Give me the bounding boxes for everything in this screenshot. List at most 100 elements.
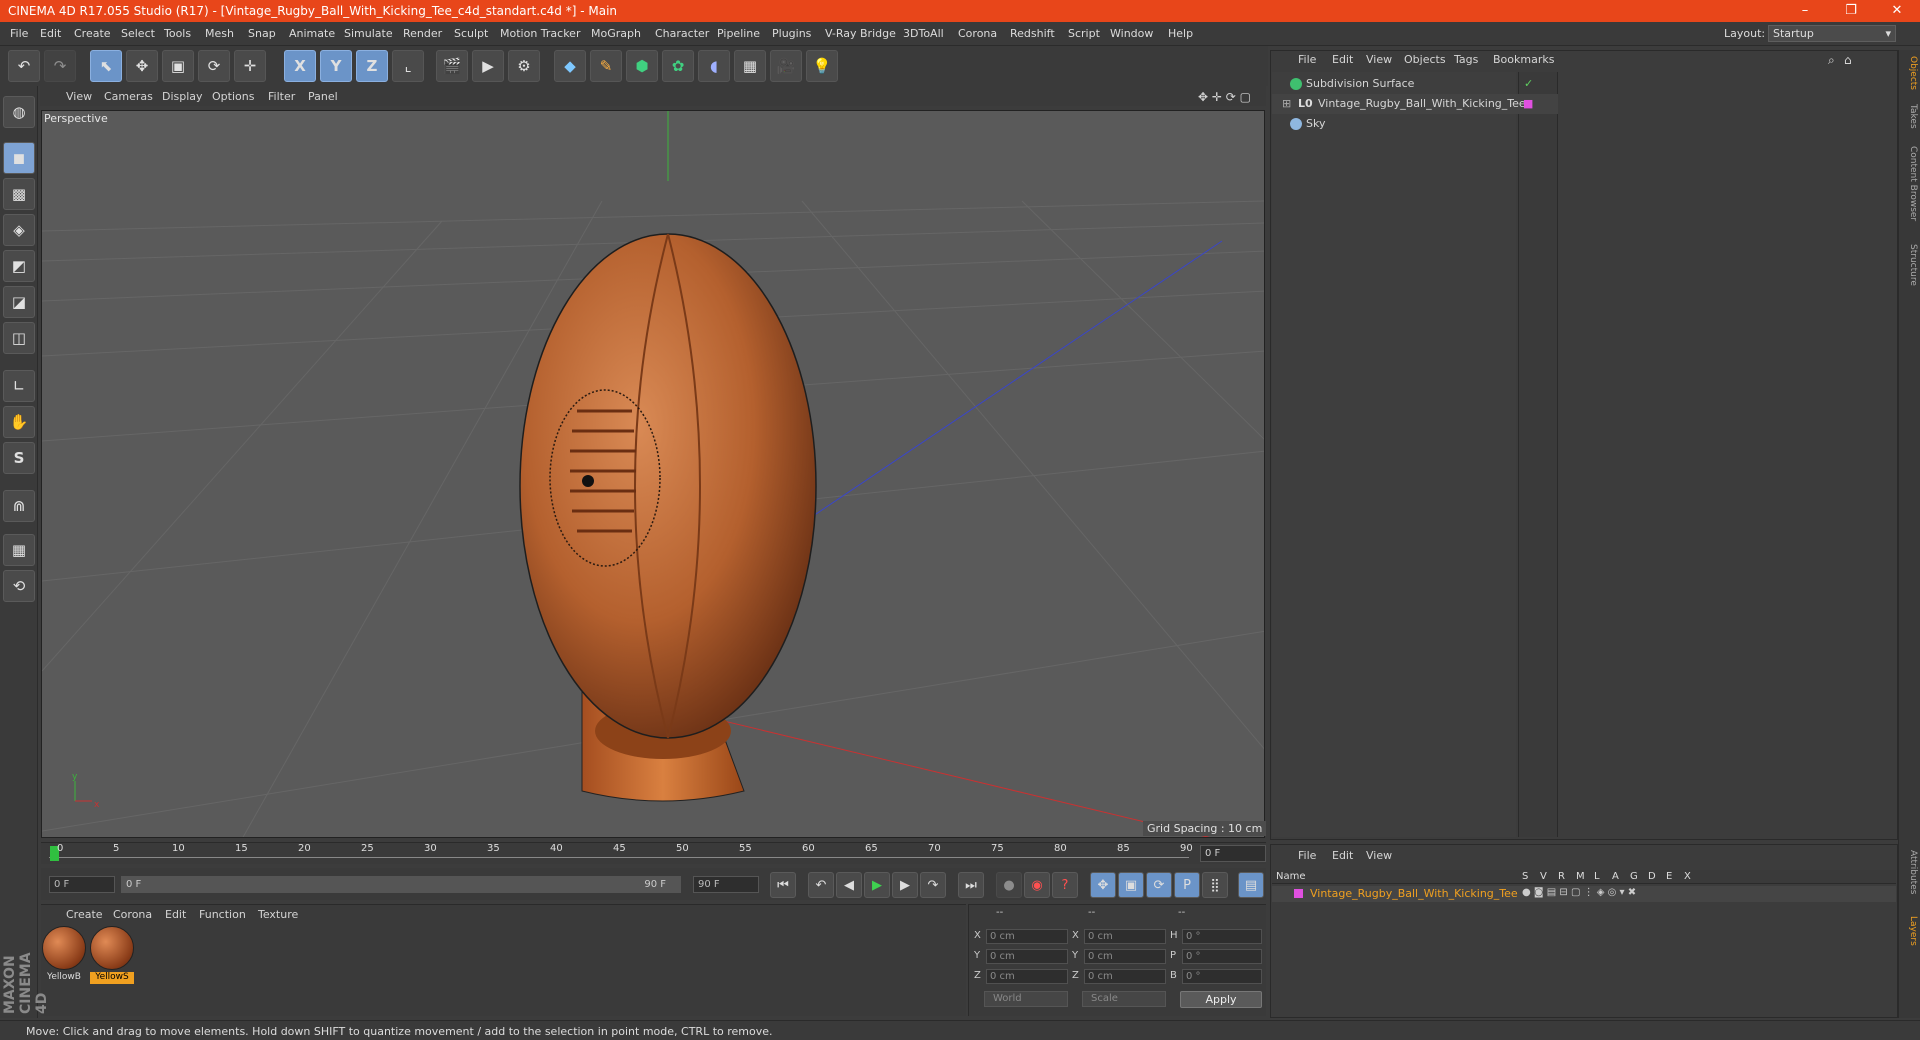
coord-pos-z-field[interactable]: 0 cm	[986, 969, 1068, 984]
edges-mode-button[interactable]: ◪	[3, 286, 35, 318]
key-param-button[interactable]: P	[1174, 872, 1200, 898]
coord-rot-h-field[interactable]: 0 °	[1182, 929, 1262, 944]
camera-button[interactable]: 🎥	[770, 50, 802, 82]
previous-key-button[interactable]: ↶	[808, 872, 834, 898]
vp-menu-filter[interactable]: Filter	[268, 90, 295, 103]
snap-button[interactable]: S	[3, 442, 35, 474]
menu-create[interactable]: Create	[74, 27, 111, 40]
previous-frame-button[interactable]: ◀	[836, 872, 862, 898]
rotate-tool-button[interactable]: ⟳	[198, 50, 230, 82]
menu-edit[interactable]: Edit	[40, 27, 61, 40]
menu-mesh[interactable]: Mesh	[205, 27, 234, 40]
material-tag-icon[interactable]: ■	[1523, 97, 1533, 110]
tab-content-browser[interactable]: Content Browser	[1900, 146, 1918, 221]
layer-menu-edit[interactable]: Edit	[1332, 849, 1353, 862]
axis-mode-button[interactable]: ∟	[3, 370, 35, 402]
scale-tool-button[interactable]: ▣	[162, 50, 194, 82]
menu-file[interactable]: File	[10, 27, 28, 40]
menu-render[interactable]: Render	[403, 27, 442, 40]
close-button[interactable]: ✕	[1874, 0, 1920, 22]
end-frame-field[interactable]: 90 F	[693, 876, 759, 893]
home-icon[interactable]: ⌂	[1844, 53, 1852, 67]
coord-size-y-field[interactable]: 0 cm	[1084, 949, 1166, 964]
material-thumbnail[interactable]	[90, 926, 134, 970]
menu-help[interactable]: Help	[1168, 27, 1193, 40]
layer-flag-icons[interactable]: ● ◙ ▤ ⊟ ▢ ⋮ ◈ ◎ ▾ ✖	[1522, 887, 1636, 898]
texture-mode-button[interactable]: ▩	[3, 178, 35, 210]
layer-col-d[interactable]: D	[1648, 871, 1656, 882]
layout-dropdown[interactable]: Startup ▾	[1768, 25, 1896, 42]
key-rotation-button[interactable]: ⟳	[1146, 872, 1172, 898]
mat-menu-function[interactable]: Function	[199, 908, 246, 921]
object-row[interactable]: ⊞ L0 Vintage_Rugby_Ball_With_Kicking_Tee…	[1272, 94, 1558, 114]
layer-col-v[interactable]: V	[1540, 871, 1547, 882]
tab-structure[interactable]: Structure	[1900, 244, 1918, 286]
subdivision-surface-button[interactable]: ⬢	[626, 50, 658, 82]
floor-button[interactable]: ▦	[734, 50, 766, 82]
menu-snap[interactable]: Snap	[248, 27, 276, 40]
menu-simulate[interactable]: Simulate	[344, 27, 393, 40]
menu-corona[interactable]: Corona	[958, 27, 997, 40]
apply-button[interactable]: Apply	[1180, 991, 1262, 1008]
start-frame-field[interactable]: 0 F	[49, 876, 115, 893]
menu-pipeline[interactable]: Pipeline	[717, 27, 760, 40]
x-axis-lock-button[interactable]: X	[284, 50, 316, 82]
minimize-button[interactable]: –	[1782, 0, 1828, 22]
render-settings-button[interactable]: ⚙	[508, 50, 540, 82]
layer-col-name[interactable]: Name	[1276, 871, 1306, 882]
vp-menu-cameras[interactable]: Cameras	[104, 90, 153, 103]
viewport-3d[interactable]: y x	[41, 110, 1265, 838]
current-frame-field[interactable]: 0 F	[1200, 845, 1266, 862]
menu-window[interactable]: Window	[1110, 27, 1153, 40]
coord-mode-dropdown[interactable]: Scale	[1082, 991, 1166, 1007]
render-to-picture-viewer-button[interactable]: ▶	[472, 50, 504, 82]
tweak-mode-button[interactable]: ✋	[3, 406, 35, 438]
y-axis-lock-button[interactable]: Y	[320, 50, 352, 82]
next-key-button[interactable]: ↷	[920, 872, 946, 898]
record-button[interactable]: ◉	[1024, 872, 1050, 898]
cube-object-button[interactable]: ◆	[554, 50, 586, 82]
workplane-mode-button[interactable]: ◈	[3, 214, 35, 246]
layer-col-e[interactable]: E	[1666, 871, 1672, 882]
layer-col-r[interactable]: R	[1558, 871, 1565, 882]
enabled-check-icon[interactable]: ✓	[1524, 77, 1533, 90]
layer-row[interactable]: Vintage_Rugby_Ball_With_Kicking_Tee ● ◙ …	[1272, 886, 1896, 902]
expand-icon[interactable]: ⊞	[1282, 97, 1291, 110]
menu-mograph[interactable]: MoGraph	[591, 27, 641, 40]
layer-menu-file[interactable]: File	[1298, 849, 1316, 862]
menu-vray-bridge[interactable]: V-Ray Bridge	[825, 27, 896, 40]
play-button[interactable]: ▶	[864, 872, 890, 898]
restore-button[interactable]: ❐	[1828, 0, 1874, 22]
key-help-button[interactable]: ?	[1052, 872, 1078, 898]
menu-plugins[interactable]: Plugins	[772, 27, 811, 40]
layer-col-l[interactable]: L	[1594, 871, 1600, 882]
layer-col-g[interactable]: G	[1630, 871, 1638, 882]
model-mode-button[interactable]: ◼	[3, 142, 35, 174]
timeline-ruler[interactable]: 0 5 10 15 20 25 30 35 40 45 50 55 60 65 …	[41, 842, 1266, 864]
coord-size-x-field[interactable]: 0 cm	[1084, 929, 1166, 944]
obj-menu-objects[interactable]: Objects	[1404, 53, 1446, 66]
coord-space-dropdown[interactable]: World	[984, 991, 1068, 1007]
obj-menu-file[interactable]: File	[1298, 53, 1316, 66]
vp-menu-options[interactable]: Options	[212, 90, 254, 103]
make-editable-button[interactable]: ◍	[3, 96, 35, 128]
key-scale-button[interactable]: ▣	[1118, 872, 1144, 898]
material-thumbnail[interactable]	[42, 926, 86, 970]
object-row[interactable]: Sky	[1272, 114, 1558, 134]
live-selection-button[interactable]: ✛	[234, 50, 266, 82]
coord-rot-b-field[interactable]: 0 °	[1182, 969, 1262, 984]
menu-script[interactable]: Script	[1068, 27, 1100, 40]
coord-pos-y-field[interactable]: 0 cm	[986, 949, 1068, 964]
timeline-window-button[interactable]: ▤	[1238, 872, 1264, 898]
menu-animate[interactable]: Animate	[289, 27, 335, 40]
layer-color-swatch[interactable]	[1294, 889, 1303, 898]
menu-select[interactable]: Select	[121, 27, 155, 40]
light-button[interactable]: 💡	[806, 50, 838, 82]
obj-menu-bookmarks[interactable]: Bookmarks	[1493, 53, 1554, 66]
tab-takes[interactable]: Takes	[1900, 104, 1918, 129]
go-to-end-button[interactable]: ⏭	[958, 872, 984, 898]
menu-3dtoall[interactable]: 3DToAll	[903, 27, 944, 40]
array-button[interactable]: ✿	[662, 50, 694, 82]
vp-menu-view[interactable]: View	[66, 90, 92, 103]
z-axis-lock-button[interactable]: Z	[356, 50, 388, 82]
